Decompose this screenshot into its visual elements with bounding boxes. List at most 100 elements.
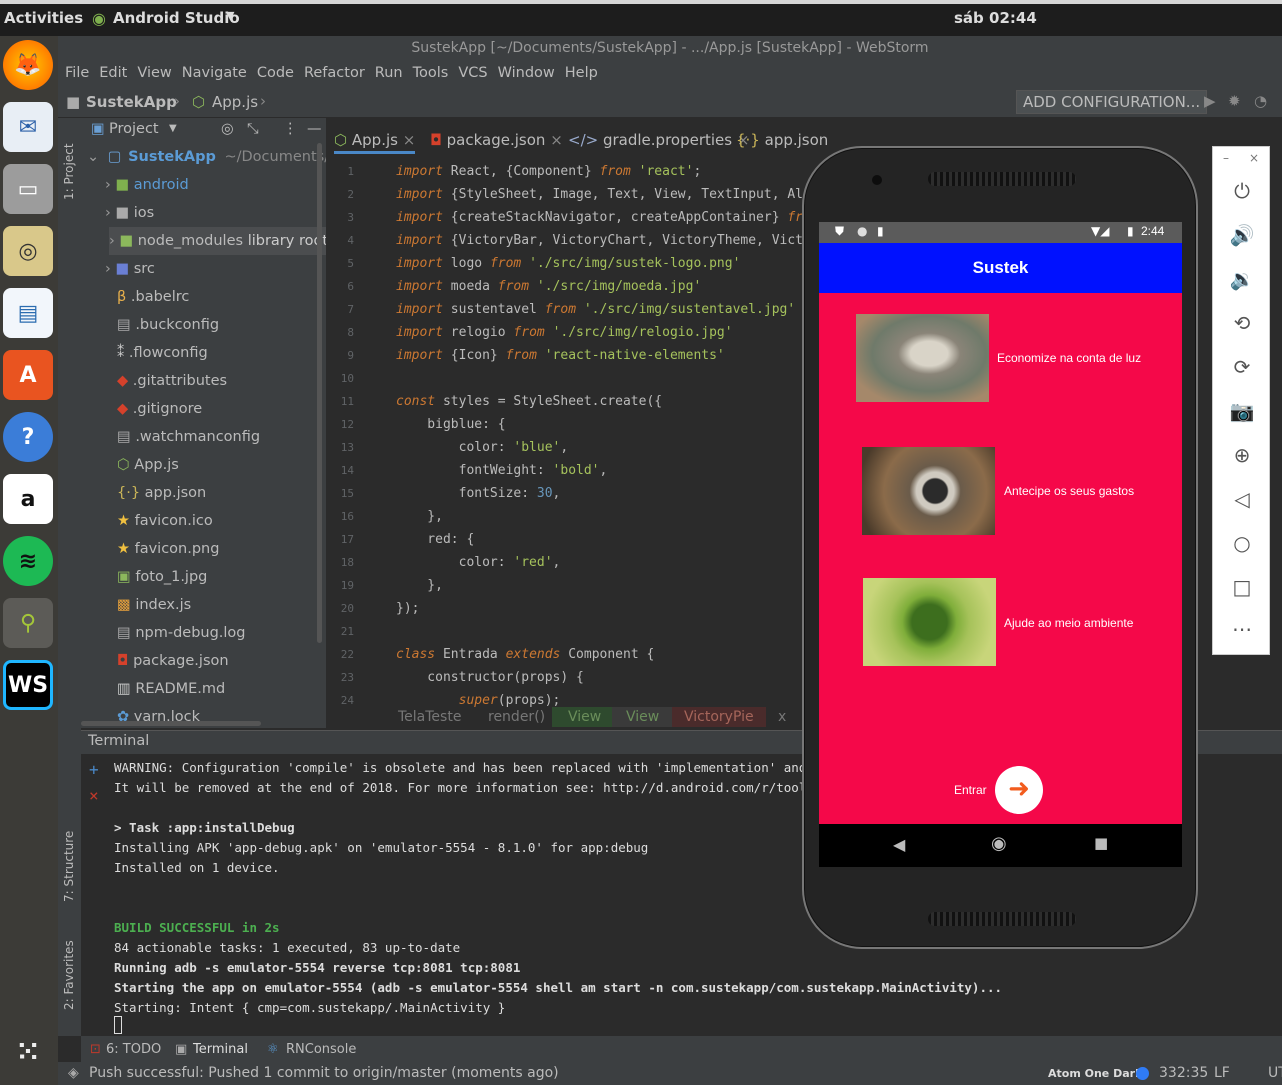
favorites-tool-tab[interactable]: 2: Favorites [62,940,76,1010]
zoom-icon[interactable]: ⊕ [1213,443,1271,467]
tree-h-scrollbar[interactable] [81,721,261,726]
tree-item[interactable]: › ■ ios [105,199,154,227]
close-icon[interactable]: × [550,131,563,149]
volume-down-icon[interactable]: 🔉 [1213,267,1271,291]
clock[interactable]: sáb 02:44 [954,9,1037,27]
project-view-selector[interactable]: Project [109,121,159,137]
firefox-icon[interactable]: 🦊 [3,40,53,90]
add-icon[interactable]: + [89,760,99,779]
crumb-x[interactable]: x [778,709,786,725]
tree-scrollbar[interactable] [317,143,322,643]
tree-item[interactable]: ◘ package.json [117,647,229,675]
more-icon[interactable]: ⋯ [1213,617,1271,641]
tree-item[interactable]: ★ favicon.ico [117,507,213,535]
menu-window[interactable]: Window [498,65,555,81]
tree-item[interactable]: › ■ src [105,255,155,283]
close-icon[interactable]: × [1249,151,1259,165]
rotate-right-icon[interactable]: ⟳ [1213,355,1271,379]
crumb-render[interactable]: render() [488,709,545,725]
menu-code[interactable]: Code [257,65,294,81]
caret-position[interactable]: 332:35 [1159,1065,1208,1081]
menu-view[interactable]: View [137,65,171,81]
add-configuration-button[interactable]: ADD CONFIGURATION... [1016,90,1208,114]
app-menu[interactable]: Android Studio [113,9,240,27]
tab-app-json[interactable]: {·} app.json [736,126,828,154]
tree-item[interactable]: ▣ foto_1.jpg [117,563,207,591]
tree-item[interactable]: ⁑ .flowconfig [117,339,208,367]
breadcrumb-project[interactable]: SustekApp [86,93,177,111]
thunderbird-icon[interactable]: ✉ [3,102,53,152]
spotify-icon[interactable]: ≋ [3,536,53,586]
tree-item[interactable]: ▩ index.js [117,591,191,619]
menu-run[interactable]: Run [375,65,403,81]
tree-item[interactable]: ▤ npm-debug.log [117,619,246,647]
structure-tool-tab[interactable]: 7: Structure [62,831,76,902]
hide-icon[interactable]: — [307,121,322,137]
camera-icon[interactable]: 📷 [1213,399,1271,423]
terminal-tab[interactable]: Terminal [193,1042,248,1057]
home-icon[interactable]: ○ [1213,531,1271,555]
menu-navigate[interactable]: Navigate [182,65,247,81]
more-icon[interactable]: ⋮ [283,121,298,137]
tree-item[interactable]: ▤ .watchmanconfig [117,423,260,451]
tree-item[interactable]: β .babelrc [117,283,189,311]
theme-label[interactable]: Atom One Dark [1048,1067,1142,1080]
rotate-left-icon[interactable]: ⟲ [1213,311,1271,335]
back-icon[interactable]: ◁ [1213,487,1271,511]
tree-item[interactable]: › ■ android [105,171,189,199]
crumb-view[interactable]: View [552,707,618,727]
minimize-icon[interactable]: – [1223,151,1229,165]
enter-arrow-button[interactable]: ➜ [995,766,1043,814]
coverage-icon[interactable]: ◔ [1254,92,1267,110]
back-icon[interactable]: ◀ [893,835,905,854]
project-tool-tab[interactable]: 1: Project [62,143,76,200]
close-icon[interactable]: × [403,131,416,149]
code-editor[interactable]: import React, {Component} from 'react'; i… [396,160,816,708]
menu-tools[interactable]: Tools [413,65,449,81]
rhythmbox-icon[interactable]: ◎ [3,226,53,276]
run-icon[interactable]: ▶ [1204,92,1216,110]
webstorm-icon[interactable]: WS [3,660,53,710]
tree-item[interactable]: ▥ README.md [117,675,225,703]
tree-item[interactable]: ◆ .gitignore [117,395,202,423]
crumb-view-2[interactable]: View [612,707,674,727]
tab-app-js[interactable]: ⬡ App.js × [334,126,416,154]
close-icon[interactable]: × [89,786,99,805]
activities-button[interactable]: Activities [4,9,83,27]
crumb-victorypie[interactable]: VictoryPie [672,707,766,727]
menu-refactor[interactable]: Refactor [304,65,365,81]
show-apps-icon[interactable]: ⁙ [3,1026,53,1076]
menu-vcs[interactable]: VCS [458,65,487,81]
line-separator[interactable]: LF [1214,1065,1230,1081]
tree-item[interactable]: ◆ .gitattributes [117,367,227,395]
todo-tab[interactable]: 6: TODO [106,1042,161,1057]
menu-help[interactable]: Help [565,65,598,81]
tree-root[interactable]: ⌄ ▢ SustekApp ~/Documents/Sus [87,143,326,171]
files-icon[interactable]: ▭ [3,164,53,214]
tree-item[interactable]: {·} app.json [117,479,206,507]
amazon-icon[interactable]: a [3,474,53,524]
overview-icon[interactable]: □ [1213,575,1271,599]
overview-icon[interactable]: ■ [1094,834,1108,852]
tree-item[interactable]: › ■ node_modules library root [109,227,326,255]
debug-icon[interactable]: ✹ [1228,92,1241,110]
rnconsole-tab[interactable]: RNConsole [286,1042,356,1057]
locate-icon[interactable]: ◎ [221,121,234,137]
home-icon[interactable]: ◉ [991,833,1007,854]
collapse-icon[interactable]: ⤡ [247,121,259,137]
writer-icon[interactable]: ▤ [3,288,53,338]
tree-item[interactable]: ▤ .buckconfig [117,311,219,339]
android-studio-dock-icon[interactable]: ⚲ [3,598,53,648]
software-center-icon[interactable]: A [3,350,53,400]
volume-up-icon[interactable]: 🔊 [1213,223,1271,247]
tree-item[interactable]: ★ favicon.png [117,535,219,563]
menu-file[interactable]: File [65,65,89,81]
crumb-telateste[interactable]: TelaTeste [398,709,461,725]
tree-item[interactable]: ⬡ App.js [117,451,179,479]
power-icon[interactable]: ⏻ [1213,179,1271,203]
encoding[interactable]: UTF- [1268,1065,1282,1081]
tab-gradle-properties[interactable]: </> gradle.properties × [568,126,749,154]
enter-label[interactable]: Entrar [954,783,987,797]
menu-edit[interactable]: Edit [99,65,127,81]
breadcrumb-file[interactable]: App.js [212,93,258,111]
